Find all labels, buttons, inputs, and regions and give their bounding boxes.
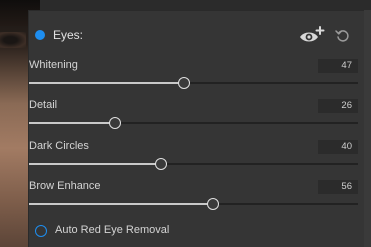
eyes-panel: Eyes: Whitening 47 Detail 26 Dark Circle… (28, 10, 364, 247)
slider-track[interactable] (29, 198, 358, 210)
slider-thumb[interactable] (154, 158, 167, 170)
red-eye-label: Auto Red Eye Removal (55, 224, 170, 236)
slider-label: Dark Circles (29, 140, 89, 152)
panel-title: Eyes: (53, 28, 84, 42)
slider-whitening: Whitening 47 (29, 59, 364, 95)
reset-icon[interactable] (334, 27, 350, 43)
slider-track[interactable] (29, 77, 358, 89)
eye-plus-icon[interactable] (298, 25, 326, 45)
slider-value-field[interactable]: 47 (318, 59, 358, 73)
enable-toggle[interactable] (35, 30, 45, 40)
top-bar (40, 0, 371, 10)
slider-value-field[interactable]: 56 (318, 180, 358, 194)
slider-detail: Detail 26 (29, 99, 364, 135)
slider-track[interactable] (29, 117, 358, 129)
photo-eye (0, 32, 26, 48)
slider-value-field[interactable]: 26 (318, 99, 358, 113)
slider-label: Brow Enhance (29, 180, 101, 192)
slider-brow-enhance: Brow Enhance 56 (29, 180, 364, 216)
slider-thumb[interactable] (177, 77, 190, 89)
slider-label: Whitening (29, 59, 78, 71)
slider-thumb[interactable] (108, 117, 121, 129)
slider-fill (29, 203, 214, 205)
slider-dark-circles: Dark Circles 40 (29, 140, 364, 176)
slider-fill (29, 122, 115, 124)
radio-circle-icon[interactable] (35, 225, 47, 237)
red-eye-toggle[interactable]: Auto Red Eye Removal (29, 223, 229, 239)
slider-fill (29, 82, 184, 84)
slider-fill (29, 163, 161, 165)
slider-thumb[interactable] (207, 198, 220, 210)
slider-label: Detail (29, 99, 58, 111)
slider-track[interactable] (29, 158, 358, 170)
panel-header: Eyes: (29, 25, 364, 47)
slider-value-field[interactable]: 40 (318, 140, 358, 154)
